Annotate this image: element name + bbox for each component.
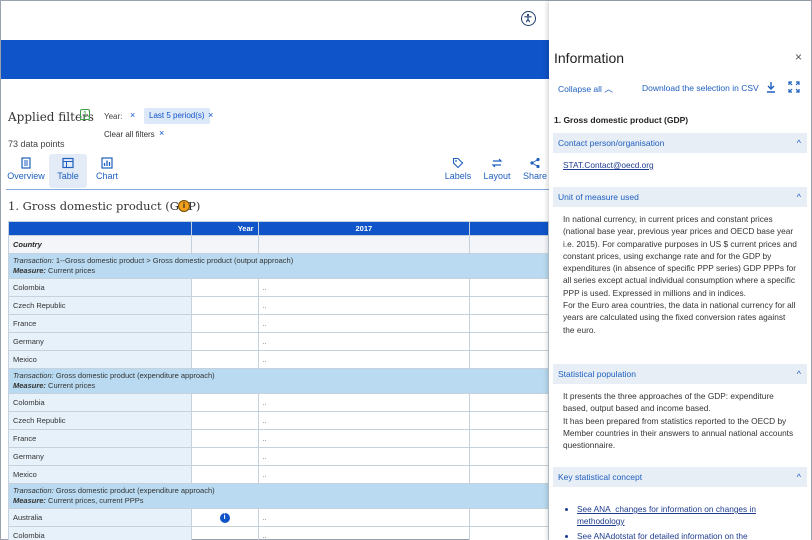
anadotstat-link[interactable]: See ANAdotstat for detailed information … (577, 530, 799, 540)
share-label: Share (522, 171, 548, 181)
clear-all-icon[interactable]: × (159, 128, 164, 138)
table-label: Table (57, 171, 79, 181)
swap-icon (491, 158, 503, 168)
remove-period-filter-icon[interactable]: × (208, 110, 213, 120)
table-row: Germany.. (8, 332, 549, 351)
chevron-up-icon: ^ (796, 369, 801, 379)
table-row: France.. (8, 314, 549, 333)
contact-section-header[interactable]: Contact person/organisation ^ (553, 133, 807, 153)
labels-button[interactable]: Labels (441, 154, 475, 188)
contact-section-body: STAT.Contact@oecd.org (563, 159, 798, 171)
data-table: Year 2017 Country Transaction: 1--Gross … (8, 221, 549, 540)
accessibility-icon[interactable] (521, 11, 536, 26)
table-row: Czech Republic.. (8, 411, 549, 430)
unit-section-header[interactable]: Unit of measure used ^ (553, 187, 807, 207)
share-button[interactable]: Share (519, 154, 549, 188)
population-section-header[interactable]: Statistical population ^ (553, 364, 807, 384)
share-icon (530, 157, 540, 169)
ana-changes-link[interactable]: See ANA_changes for information on chang… (577, 503, 799, 527)
table-row: Germany.. (8, 447, 549, 466)
table-row: Mexico.. (8, 465, 549, 484)
section-row: Transaction: Gross domestic product (exp… (8, 483, 549, 509)
main-content: Applied filters 1 Year: × Last 5 period(… (1, 79, 549, 540)
year-header: Year (190, 221, 259, 236)
toolbar-divider (6, 189, 549, 190)
download-icon[interactable] (766, 81, 776, 93)
table-row: Colombia.. (8, 278, 549, 297)
population-section-body: It presents the three approaches of the … (563, 391, 794, 451)
concept-section-body: See ANA_changes for information on chang… (577, 503, 799, 540)
concept-section-header[interactable]: Key statistical concept ^ (553, 467, 807, 487)
close-icon[interactable]: × (795, 50, 802, 64)
chart-tab[interactable]: Chart (91, 154, 123, 188)
data-points-count: 73 data points (8, 139, 65, 149)
clear-all-filters-button[interactable]: Clear all filters (104, 130, 155, 139)
panel-subtitle: 1. Gross domestic product (GDP) (554, 115, 689, 125)
table-row: Czech Republic.. (8, 296, 549, 315)
chart-label: Chart (95, 171, 118, 181)
row-info-icon[interactable]: i (219, 513, 230, 523)
layout-label: Layout (483, 171, 511, 181)
chart-icon (101, 157, 113, 169)
expand-icon[interactable] (788, 81, 800, 93)
overview-icon (21, 157, 31, 169)
table-row: Colombia.. (8, 393, 549, 412)
chevron-up-icon: ^ (796, 472, 801, 482)
section-row: Transaction: Gross domestic product (exp… (8, 368, 549, 394)
unit-section-body: In national currency, in current prices … (563, 214, 797, 335)
tag-icon (452, 157, 464, 169)
remove-year-filter-icon[interactable]: × (130, 110, 135, 120)
table-tab[interactable]: Table (49, 154, 87, 188)
table-row: France.. (8, 429, 549, 448)
information-panel: Information × Collapse all ︿ Download th… (549, 1, 811, 540)
download-csv-button[interactable]: Download the selection in CSV (642, 83, 759, 93)
chevron-up-icon: ^ (796, 138, 801, 148)
table-info-icon[interactable]: i (178, 200, 190, 212)
section-row: Transaction: 1--Gross domestic product >… (8, 253, 549, 279)
filters-count-badge: 1 (80, 109, 90, 120)
table-row: Colombia.. (8, 526, 549, 540)
panel-title: Information (554, 50, 625, 66)
period-filter-chip[interactable]: Last 5 period(s) (144, 108, 210, 124)
labels-label: Labels (444, 171, 472, 181)
chevron-up-icon: ︿ (604, 84, 613, 94)
chevron-up-icon: ^ (796, 192, 801, 202)
collapse-all-button[interactable]: Collapse all ︿ (558, 83, 613, 95)
col-2017-header[interactable]: 2017 (257, 221, 471, 236)
table-title: 1. Gross domestic product (GDP) (8, 199, 201, 213)
year-filter-label: Year: (104, 112, 123, 121)
brand-bar (1, 40, 549, 79)
table-row: Australia i.. (8, 508, 549, 527)
table-row: Mexico.. (8, 350, 549, 369)
layout-button[interactable]: Layout (480, 154, 514, 188)
overview-label: Overview (7, 171, 45, 181)
contact-email-link[interactable]: STAT.Contact@oecd.org (563, 160, 654, 170)
country-header: Country (8, 235, 192, 254)
table-icon (62, 157, 74, 169)
overview-tab[interactable]: Overview (6, 154, 46, 188)
